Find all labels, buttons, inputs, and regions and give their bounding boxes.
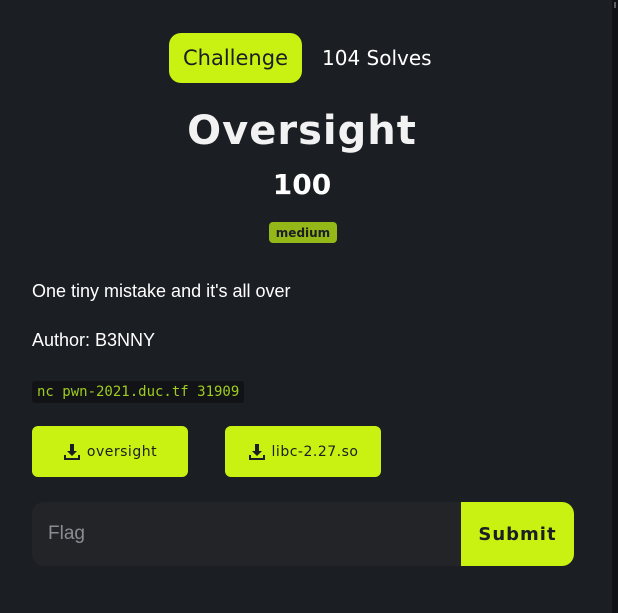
scrollbar-thumb[interactable] <box>614 2 616 8</box>
download-icon <box>248 443 265 460</box>
file-label-oversight: oversight <box>86 443 158 460</box>
connection-command: nc pwn-2021.duc.tf 31909 <box>32 381 245 403</box>
challenge-points: 100 <box>272 168 332 201</box>
download-oversight-button[interactable]: oversight <box>32 426 188 477</box>
challenge-modal: Challenge 104 Solves Oversight 100 mediu… <box>0 0 612 613</box>
download-libc-button[interactable]: libc-2.27.so <box>225 426 381 477</box>
difficulty-badge: medium <box>269 222 337 243</box>
submit-button[interactable]: Submit <box>461 502 574 566</box>
file-label-libc: libc-2.27.so <box>271 443 359 460</box>
tab-solves[interactable]: 104 Solves <box>322 46 432 70</box>
challenge-author: Author: B3NNY <box>32 330 156 350</box>
download-icon <box>63 443 80 460</box>
tab-challenge[interactable]: Challenge <box>169 33 302 83</box>
challenge-title: Oversight <box>187 108 417 154</box>
scrollbar[interactable] <box>612 0 618 613</box>
flag-form: Submit <box>32 502 574 566</box>
challenge-tabs: Challenge 104 Solves <box>169 33 432 83</box>
challenge-description: One tiny mistake and it's all over <box>32 281 291 301</box>
flag-input[interactable] <box>32 502 461 566</box>
